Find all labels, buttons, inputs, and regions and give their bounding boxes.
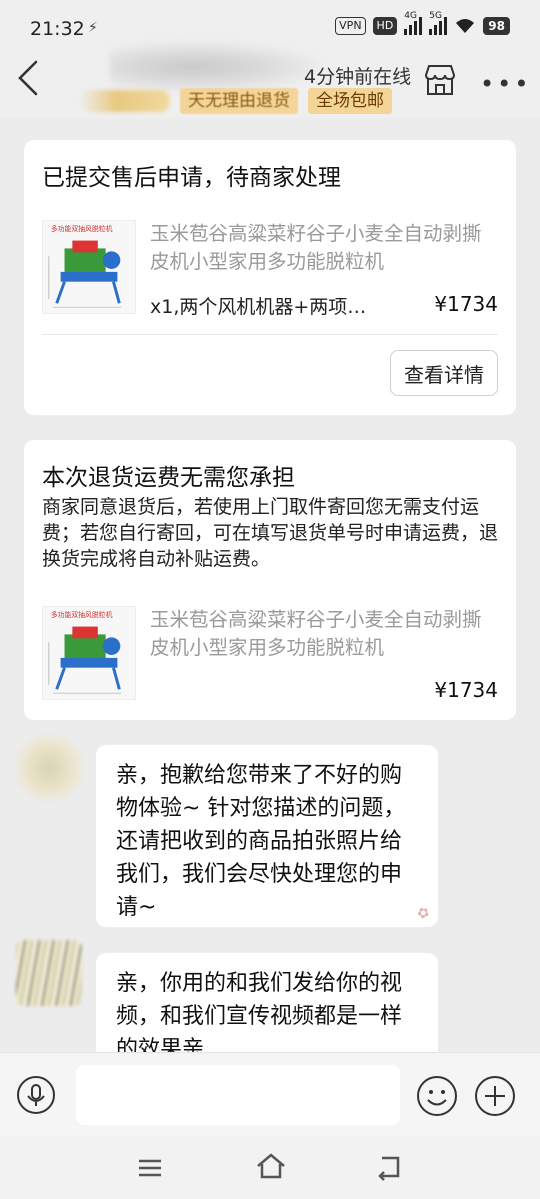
nav-back-button[interactable] — [374, 1152, 406, 1182]
signal-5g-icon: 5G — [429, 11, 448, 35]
thumb-caption: 多功能双抽风脱粒机 — [51, 224, 113, 233]
plus-icon — [475, 1076, 515, 1116]
shop-name-obscured — [110, 42, 320, 92]
return-shipping-card[interactable]: 本次退货运费无需您承担 商家同意退货后，若使用上门取件寄回您无需支付运费；若您自… — [24, 440, 516, 720]
shipping-description: 商家同意退货后，若使用上门取件寄回您无需支付运费；若您自行寄回，可在填写退货单号… — [42, 496, 499, 570]
signal-4g-icon: 4G — [404, 11, 423, 35]
merchant-avatar[interactable] — [16, 940, 82, 1006]
product-spec: x1,两个风机机器+两项… — [150, 296, 367, 318]
message-input[interactable] — [76, 1065, 400, 1125]
product-thumbnail[interactable]: 多功能双抽风脱粒机 — [42, 220, 136, 314]
net1-label: 4G — [404, 11, 417, 21]
data-activity-icon: ⚡︎ — [88, 20, 98, 36]
thresher-machine-image: 多功能双抽风脱粒机 — [48, 224, 122, 308]
message-input-bar — [0, 1052, 540, 1136]
back-arrow-icon — [18, 60, 38, 96]
plus-button[interactable] — [474, 1075, 516, 1117]
net2-label: 5G — [429, 11, 442, 21]
product-thumbnail[interactable]: 多功能双抽风脱粒机 — [42, 606, 136, 700]
emoji-icon — [417, 1076, 457, 1116]
view-details-button[interactable]: 查看详情 — [390, 350, 498, 396]
chat-header: 4分钟前在线 ••• 天无理由退货 全场包邮 — [0, 42, 540, 118]
product-name[interactable]: 玉米苞谷高粱菜籽谷子小麦全自动剥撕皮机小型家用多功能脱粒机 — [150, 220, 500, 276]
status-icons: VPN HD 4G 5G 98 — [335, 11, 510, 35]
home-button[interactable] — [254, 1150, 288, 1182]
voice-button[interactable] — [16, 1075, 56, 1115]
product-name[interactable]: 玉米苞谷高粱菜籽谷子小麦全自动剥撕皮机小型家用多功能脱粒机 — [150, 606, 500, 662]
emoji-button[interactable] — [416, 1075, 458, 1117]
after-sale-status-card[interactable]: 已提交售后申请，待商家处理 多功能双抽风脱粒机 玉米苞谷高粱菜籽谷子小麦全自动剥… — [24, 140, 516, 415]
voice-icon — [17, 1076, 55, 1114]
online-status: 4分钟前在线 — [304, 66, 412, 88]
more-icon[interactable]: ••• — [480, 70, 531, 98]
nav-back-icon — [378, 1156, 400, 1181]
battery-indicator: 98 — [483, 17, 510, 35]
message-bubble[interactable]: 亲，你用的和我们发给你的视频，和我们宣传视频都是一样的效果亲 — [96, 953, 438, 1063]
shop-icon — [424, 65, 456, 95]
status-time: 21:32 — [30, 18, 85, 40]
tag-obscured — [80, 90, 170, 112]
thresher-machine-image: 多功能双抽风脱粒机 — [48, 610, 122, 694]
system-nav-bar — [0, 1136, 540, 1199]
menu-icon — [139, 1159, 161, 1177]
shop-tags: 天无理由退货 全场包邮 — [80, 88, 392, 114]
product-price: ¥1734 — [434, 292, 498, 316]
shop-button[interactable] — [420, 60, 460, 100]
thumb-caption: 多功能双抽风脱粒机 — [51, 610, 113, 619]
free-shipping-tag: 全场包邮 — [308, 88, 392, 114]
home-icon — [257, 1153, 285, 1179]
product-price: ¥1734 — [434, 678, 498, 702]
hd-badge: HD — [372, 17, 398, 35]
back-button[interactable] — [14, 58, 54, 102]
recent-apps-button[interactable] — [134, 1154, 166, 1182]
wifi-icon — [456, 19, 475, 33]
message-bubble[interactable]: 亲，抱歉给您带来了不好的购物体验~ 针对您描述的问题，还请把收到的商品拍张照片给… — [96, 745, 438, 927]
shipping-card-title: 本次退货运费无需您承担 — [42, 465, 295, 491]
after-sale-title: 已提交售后申请，待商家处理 — [42, 165, 341, 191]
return-policy-tag: 天无理由退货 — [180, 88, 298, 114]
merchant-avatar[interactable] — [16, 735, 82, 801]
vpn-badge: VPN — [335, 17, 366, 35]
card-divider — [42, 334, 498, 335]
